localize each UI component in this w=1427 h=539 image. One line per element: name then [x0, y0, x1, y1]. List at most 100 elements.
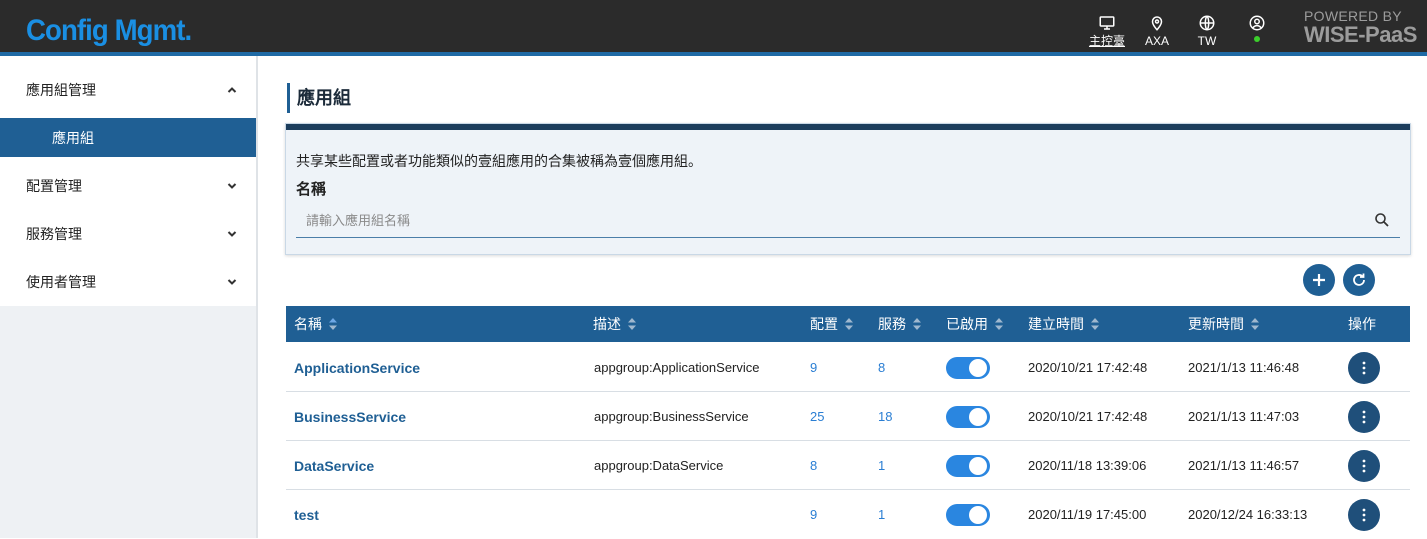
created-time: 2020/11/19 17:45:00 [1028, 507, 1147, 522]
row-actions-button[interactable] [1348, 351, 1380, 384]
column-header-label: 操作 [1348, 316, 1376, 332]
user-menu-button[interactable] [1232, 14, 1282, 42]
sort-icon [1251, 318, 1259, 330]
table-header: 名稱 描述 配置 服務 已啟用 建立時間 更新時間 操作 [286, 306, 1410, 342]
sort-icon [913, 318, 921, 330]
column-header-label: 服務 [878, 316, 906, 332]
enabled-toggle[interactable] [946, 405, 990, 428]
table-row: DataService appgroup:DataService 8 1 202… [286, 441, 1410, 490]
updated-time: 2020/12/24 16:33:13 [1188, 507, 1308, 522]
app-group-name-link[interactable]: DataService [294, 458, 374, 474]
row-actions-button[interactable] [1348, 498, 1380, 531]
more-vertical-icon [1362, 508, 1366, 521]
sidebar-item-label: 應用組 [52, 129, 94, 146]
column-header-enabled[interactable]: 已啟用 [946, 306, 1004, 342]
sidebar-item-label: 服務管理 [26, 226, 82, 242]
page-description: 共享某些配置或者功能類似的壹組應用的合集被稱為壹個應用組。 [296, 153, 702, 169]
table-row: test 9 1 2020/11/19 17:45:00 2020/12/24 … [286, 490, 1410, 539]
column-header-description[interactable]: 描述 [593, 306, 637, 342]
column-header-label: 更新時間 [1188, 316, 1244, 332]
column-header-config[interactable]: 配置 [810, 306, 854, 342]
more-vertical-icon [1362, 410, 1366, 423]
updated-time: 2021/1/13 11:46:57 [1188, 458, 1300, 473]
enabled-toggle[interactable] [946, 454, 990, 477]
app-group-name-link[interactable]: test [294, 507, 319, 523]
service-count-link[interactable]: 8 [878, 360, 885, 375]
toggle-knob [969, 407, 987, 426]
app-group-name-link[interactable]: ApplicationService [294, 360, 420, 376]
chevron-down-icon [227, 231, 237, 237]
top-bar: Config Mgmt. 主控臺 AXA TW POWERED BY WISE-… [0, 0, 1427, 52]
sidebar-item-service-mgmt[interactable]: 服務管理 [0, 212, 256, 256]
config-count-link[interactable]: 9 [810, 360, 817, 375]
language-button[interactable]: TW [1182, 14, 1232, 48]
row-actions-button[interactable] [1348, 400, 1380, 433]
powered-by-text: POWERED BY [1304, 8, 1402, 24]
refresh-button[interactable] [1343, 264, 1375, 296]
row-actions-button[interactable] [1348, 449, 1380, 482]
plus-icon [1313, 274, 1325, 286]
more-vertical-icon [1362, 361, 1366, 374]
created-time: 2020/10/21 17:42:48 [1028, 409, 1148, 424]
sidebar: 應用組管理 應用組 配置管理 服務管理 使用者管理 [0, 56, 256, 538]
app-group-description: appgroup:ApplicationService [594, 360, 760, 375]
sidebar-item-app-group[interactable]: 應用組 [0, 118, 256, 157]
globe-icon [1199, 15, 1215, 31]
sidebar-item-label: 配置管理 [26, 178, 82, 194]
sidebar-item-config-mgmt[interactable]: 配置管理 [0, 164, 256, 208]
config-count-link[interactable]: 8 [810, 458, 817, 473]
location-pin-icon [1151, 16, 1163, 31]
search-panel: 共享某些配置或者功能類似的壹組應用的合集被稱為壹個應用組。 名稱 [285, 123, 1411, 255]
powered-by-logo: POWERED BY WISE-PaaS [1304, 9, 1417, 46]
config-count-link[interactable]: 25 [810, 409, 824, 424]
column-header-name[interactable]: 名稱 [294, 306, 338, 342]
more-vertical-icon [1362, 459, 1366, 472]
column-header-label: 配置 [810, 316, 838, 332]
column-header-label: 已啟用 [946, 316, 988, 332]
service-count-link[interactable]: 1 [878, 458, 885, 473]
toggle-knob [969, 358, 987, 377]
sort-icon [329, 318, 337, 330]
sort-icon [1091, 318, 1099, 330]
panel-top-bar [286, 124, 1410, 130]
updated-time: 2021/1/13 11:47:03 [1188, 409, 1300, 424]
language-label: TW [1197, 34, 1217, 48]
updated-time: 2021/1/13 11:46:48 [1188, 360, 1300, 375]
toggle-knob [969, 505, 987, 524]
created-time: 2020/10/21 17:42:48 [1028, 360, 1148, 375]
app-group-description: appgroup:DataService [594, 458, 724, 473]
config-count-link[interactable]: 9 [810, 507, 817, 522]
sidebar-item-label: 使用者管理 [26, 274, 96, 290]
enabled-toggle[interactable] [946, 503, 990, 526]
sort-icon [628, 318, 636, 330]
console-button[interactable]: 主控臺 [1082, 14, 1132, 48]
sort-icon [995, 318, 1003, 330]
column-header-updated[interactable]: 更新時間 [1188, 306, 1260, 342]
tenant-button[interactable]: AXA [1132, 14, 1182, 48]
search-input[interactable] [296, 204, 1400, 238]
chevron-down-icon [227, 183, 237, 189]
table-row: ApplicationService appgroup:ApplicationS… [286, 343, 1410, 392]
column-header-label: 名稱 [294, 316, 322, 332]
tenant-label: AXA [1144, 34, 1169, 48]
search-icon[interactable] [1374, 212, 1390, 228]
sidebar-item-label: 應用組管理 [26, 82, 96, 98]
column-header-service[interactable]: 服務 [878, 306, 922, 342]
sidebar-item-app-group-mgmt[interactable]: 應用組管理 [0, 68, 256, 112]
app-logo[interactable]: Config Mgmt. [26, 14, 192, 48]
service-count-link[interactable]: 18 [878, 409, 892, 424]
search-field-label: 名稱 [296, 181, 327, 198]
enabled-toggle[interactable] [946, 356, 990, 379]
app-group-name-link[interactable]: BusinessService [294, 409, 406, 425]
wise-paas-text: WISE-PaaS [1304, 22, 1417, 47]
user-circle-icon [1249, 15, 1265, 31]
column-header-created[interactable]: 建立時間 [1028, 306, 1100, 342]
add-app-group-button[interactable] [1303, 264, 1335, 296]
toggle-knob [969, 456, 987, 475]
service-count-link[interactable]: 1 [878, 507, 885, 522]
refresh-icon [1353, 273, 1365, 286]
table-row: BusinessService appgroup:BusinessService… [286, 392, 1410, 441]
sort-icon [845, 318, 853, 330]
sidebar-item-user-mgmt[interactable]: 使用者管理 [0, 260, 256, 304]
monitor-icon [1099, 16, 1115, 30]
